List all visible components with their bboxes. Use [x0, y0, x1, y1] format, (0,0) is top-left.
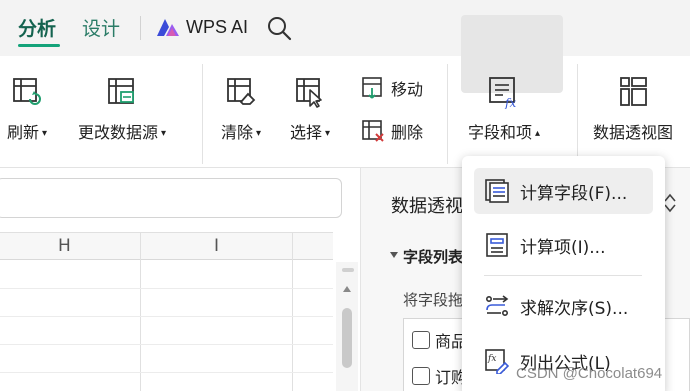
delete-button[interactable]: 删除	[361, 119, 423, 143]
ribbon-divider	[447, 64, 448, 164]
menu-item-calculated-item[interactable]: 计算项(I)...	[474, 222, 653, 268]
refresh-label: 刷新 ▾	[7, 123, 48, 142]
menu-item-label: 求解次序(S)...	[520, 298, 629, 319]
scroll-up-arrow-icon[interactable]	[343, 286, 351, 292]
pivot-chart-icon	[620, 77, 647, 106]
wps-ai-label: WPS AI	[186, 16, 249, 37]
ribbon-tab-bar: 分析 设计 WPS AI	[0, 0, 690, 56]
calculated-item-icon	[486, 233, 508, 257]
pivot-chart-label: 数据透视图	[593, 123, 674, 142]
list-formulas-icon: fx	[485, 349, 510, 374]
wps-ai-logo-icon	[157, 19, 179, 36]
refresh-button[interactable]: 刷新 ▾	[7, 75, 47, 143]
move-button[interactable]: 移动	[361, 76, 423, 100]
grid-line	[0, 316, 333, 317]
refresh-icon	[13, 78, 41, 105]
field-list-section-title: 字段列表	[403, 248, 464, 266]
fields-items-label: 字段和项 ▴	[468, 123, 541, 142]
change-data-source-label: 更改数据源 ▾	[78, 123, 167, 142]
calculated-field-icon	[485, 179, 509, 203]
clear-button[interactable]: 清除 ▾	[221, 75, 261, 143]
clear-label: 清除 ▾	[221, 123, 262, 142]
grid-line	[0, 344, 333, 345]
solve-order-icon	[485, 295, 509, 316]
tab-divider	[140, 16, 141, 40]
select-label: 选择 ▾	[290, 123, 331, 142]
field-item-product[interactable]: 商品	[412, 328, 467, 352]
change-data-source-button[interactable]: 更改数据源 ▾	[78, 75, 166, 143]
select-icon	[296, 78, 322, 108]
menu-item-solve-order[interactable]: 求解次序(S)...	[474, 283, 653, 329]
menu-item-calculated-field[interactable]: 计算字段(F)...	[474, 168, 653, 214]
menu-item-label: 计算字段(F)...	[520, 183, 628, 204]
grid-line	[0, 372, 333, 373]
search-icon[interactable]	[266, 15, 292, 41]
watermark: CSDN @Chocolat694	[516, 365, 663, 382]
scrollbar-top-marker	[342, 268, 354, 272]
grid-line	[292, 232, 293, 391]
svg-text:fx: fx	[504, 96, 516, 109]
field-checkbox[interactable]	[412, 331, 430, 349]
move-label: 移动	[391, 80, 424, 99]
change-data-source-icon	[108, 78, 134, 104]
field-checkbox[interactable]	[412, 367, 430, 385]
pivot-chart-button[interactable]: 数据透视图	[593, 75, 673, 143]
tab-design[interactable]: 设计	[82, 14, 120, 41]
grid-line	[0, 288, 333, 289]
section-expand-caret-icon[interactable]	[390, 252, 398, 258]
fields-items-icon: fx	[489, 77, 516, 109]
scrollbar-thumb[interactable]	[342, 308, 352, 368]
grid-line	[140, 232, 141, 391]
select-button[interactable]: 选择 ▾	[290, 75, 330, 143]
pivot-panel-title: 数据透视	[391, 196, 463, 217]
field-item-order[interactable]: 订购	[412, 364, 467, 388]
fields-items-button[interactable]: fx 字段和项 ▴	[468, 75, 540, 143]
panel-collapse-icon[interactable]	[663, 193, 677, 213]
menu-item-label: 计算项(I)...	[520, 237, 606, 258]
wps-ai-button[interactable]: WPS AI	[155, 13, 248, 41]
clear-icon	[227, 78, 256, 105]
svg-text:fx: fx	[487, 354, 496, 364]
delete-icon	[362, 120, 384, 142]
column-header-i[interactable]: I	[214, 236, 219, 256]
active-tab-indicator	[18, 44, 60, 47]
menu-separator	[484, 275, 642, 276]
formula-bar[interactable]	[0, 178, 342, 218]
field-list-hint: 将字段拖	[403, 291, 464, 309]
delete-label: 删除	[391, 123, 424, 142]
tab-analyze[interactable]: 分析	[18, 14, 56, 41]
column-header-h[interactable]: H	[58, 236, 71, 256]
ribbon-divider	[577, 64, 578, 164]
ribbon-divider	[202, 64, 203, 164]
column-header-row	[0, 232, 333, 260]
move-icon	[362, 77, 382, 99]
